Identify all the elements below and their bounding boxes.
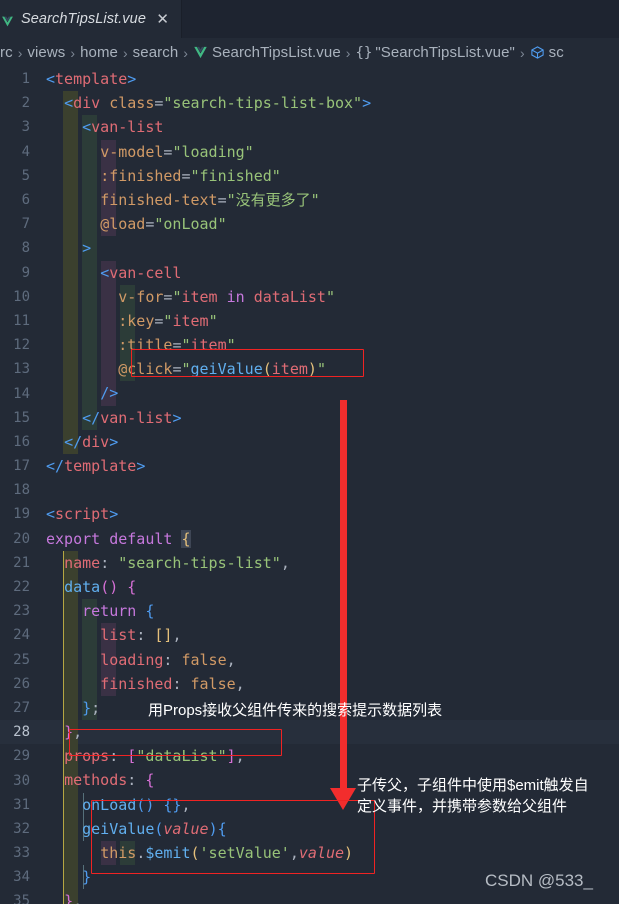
code-line: 33 this.$emit('setValue',value) — [0, 841, 619, 866]
breadcrumb-item-symbol[interactable]: "SearchTipsList.vue" — [375, 44, 515, 61]
tab-label: SearchTipsList.vue — [21, 11, 146, 27]
watermark: CSDN @533_ — [485, 871, 593, 890]
code-line: 7 @load="onLoad" — [0, 212, 619, 237]
cube-icon — [530, 45, 545, 60]
code-line: 14 /> — [0, 381, 619, 406]
breadcrumb-separator: › — [70, 44, 76, 61]
code-line: 23 return { — [0, 599, 619, 624]
line-number: 5 — [21, 167, 30, 184]
code-line: 29 props: ["dataList"], — [0, 744, 619, 769]
breadcrumb-separator: › — [17, 44, 23, 61]
code-line: 5 :finished="finished" — [0, 163, 619, 188]
line-number: 32 — [13, 820, 30, 837]
code-line: 25 loading: false, — [0, 647, 619, 672]
code-line: 12 :title="item" — [0, 333, 619, 358]
code-line: 10 v-for="item in dataList" — [0, 284, 619, 309]
code-line: 17 </template> — [0, 454, 619, 478]
breadcrumb-separator: › — [183, 44, 188, 61]
line-number: 35 — [13, 893, 30, 904]
code-line: 9 <van-cell — [0, 260, 619, 285]
line-number: 11 — [13, 312, 30, 329]
code-line: 26 finished: false, — [0, 671, 619, 696]
code-line: 16 </div> — [0, 429, 619, 454]
annotation-arrow-shaft — [340, 400, 347, 790]
breadcrumb-separator: › — [519, 44, 525, 61]
breadcrumb-item-src[interactable]: rc — [0, 44, 13, 61]
code-line: 4 v-model="loading" — [0, 139, 619, 164]
code-line-active: 28 }, — [0, 720, 619, 745]
line-number: 4 — [21, 143, 30, 160]
line-number: 24 — [13, 627, 30, 644]
code-line: 19 <script> — [0, 502, 619, 526]
code-line: 1 <template> — [0, 67, 619, 91]
vscode-editor-window: SearchTipsList.vue ✕ rc › views › home ›… — [0, 0, 619, 904]
code-line: 21 name: "search-tips-list", — [0, 550, 619, 575]
line-number: 31 — [13, 796, 30, 813]
breadcrumb-separator: › — [345, 44, 351, 61]
code-line: 8 > — [0, 236, 619, 261]
line-number: 25 — [13, 651, 30, 668]
line-number: 3 — [21, 119, 30, 136]
line-number: 13 — [13, 361, 30, 378]
editor-tab-bar: SearchTipsList.vue ✕ — [0, 0, 619, 38]
code-line: 2 <div class="search-tips-list-box"> — [0, 91, 619, 116]
code-line: 24 list: [], — [0, 623, 619, 648]
code-line: 35 }, — [0, 889, 619, 904]
line-number: 2 — [21, 95, 30, 112]
breadcrumb-item-views[interactable]: views — [27, 44, 65, 61]
breadcrumb-item-home[interactable]: home — [80, 44, 118, 61]
code-line: 18 — [0, 478, 619, 502]
line-number: 23 — [13, 603, 30, 620]
line-number: 29 — [13, 748, 30, 765]
annotation-note-emit-line1: 子传父，子组件中使用$emit触发自 — [357, 777, 589, 794]
code-line: 22 data() { — [0, 574, 619, 600]
line-number: 26 — [13, 675, 30, 692]
line-number: 21 — [13, 554, 30, 571]
line-number: 33 — [13, 845, 30, 862]
line-number: 7 — [21, 216, 30, 233]
vue-icon — [193, 45, 208, 60]
close-icon[interactable]: ✕ — [154, 12, 171, 27]
vue-file-icon — [1, 13, 14, 26]
code-line: 11 :key="item" — [0, 308, 619, 334]
breadcrumb: rc › views › home › search › SearchTipsL… — [0, 38, 619, 67]
annotation-note-emit-line2: 定义事件，并携带参数给父组件 — [357, 798, 568, 815]
line-number: 17 — [13, 458, 30, 475]
line-number: 16 — [13, 433, 30, 450]
breadcrumb-item-search[interactable]: search — [133, 44, 179, 61]
line-number: 27 — [13, 699, 30, 716]
line-number: 8 — [21, 240, 30, 257]
breadcrumb-item-script[interactable]: sc — [549, 44, 564, 61]
code-line: 15 </van-list> — [0, 405, 619, 430]
code-line: 3 <van-list — [0, 115, 619, 140]
line-number: 30 — [13, 772, 30, 789]
line-number: 34 — [13, 869, 30, 886]
annotation-note-props: 用Props接收父组件传来的搜索提示数据列表 — [148, 702, 443, 719]
line-number: 15 — [13, 409, 30, 426]
breadcrumb-item-file[interactable]: SearchTipsList.vue — [212, 44, 341, 61]
code-line: 6 finished-text="没有更多了" — [0, 187, 619, 213]
line-number: 6 — [21, 192, 30, 209]
annotation-arrow-head — [330, 788, 356, 810]
code-line: 13 @click="geiValue(item)" — [0, 357, 619, 382]
line-number: 20 — [13, 530, 30, 547]
line-number: 14 — [13, 385, 30, 402]
code-line: 20 export default { — [0, 527, 619, 551]
code-line: 32 geiValue(value){ — [0, 816, 619, 841]
tab-searchtipslist-vue[interactable]: SearchTipsList.vue ✕ — [0, 0, 182, 38]
breadcrumb-separator: › — [123, 44, 128, 61]
line-number: 12 — [13, 337, 30, 354]
line-number: 1 — [21, 71, 30, 88]
line-number: 28 — [13, 724, 30, 741]
line-number: 9 — [21, 264, 30, 281]
line-number: 19 — [13, 506, 30, 523]
braces-icon: {} — [355, 44, 373, 61]
line-number: 22 — [13, 579, 30, 596]
line-number: 10 — [13, 288, 30, 305]
line-number: 18 — [13, 482, 30, 499]
